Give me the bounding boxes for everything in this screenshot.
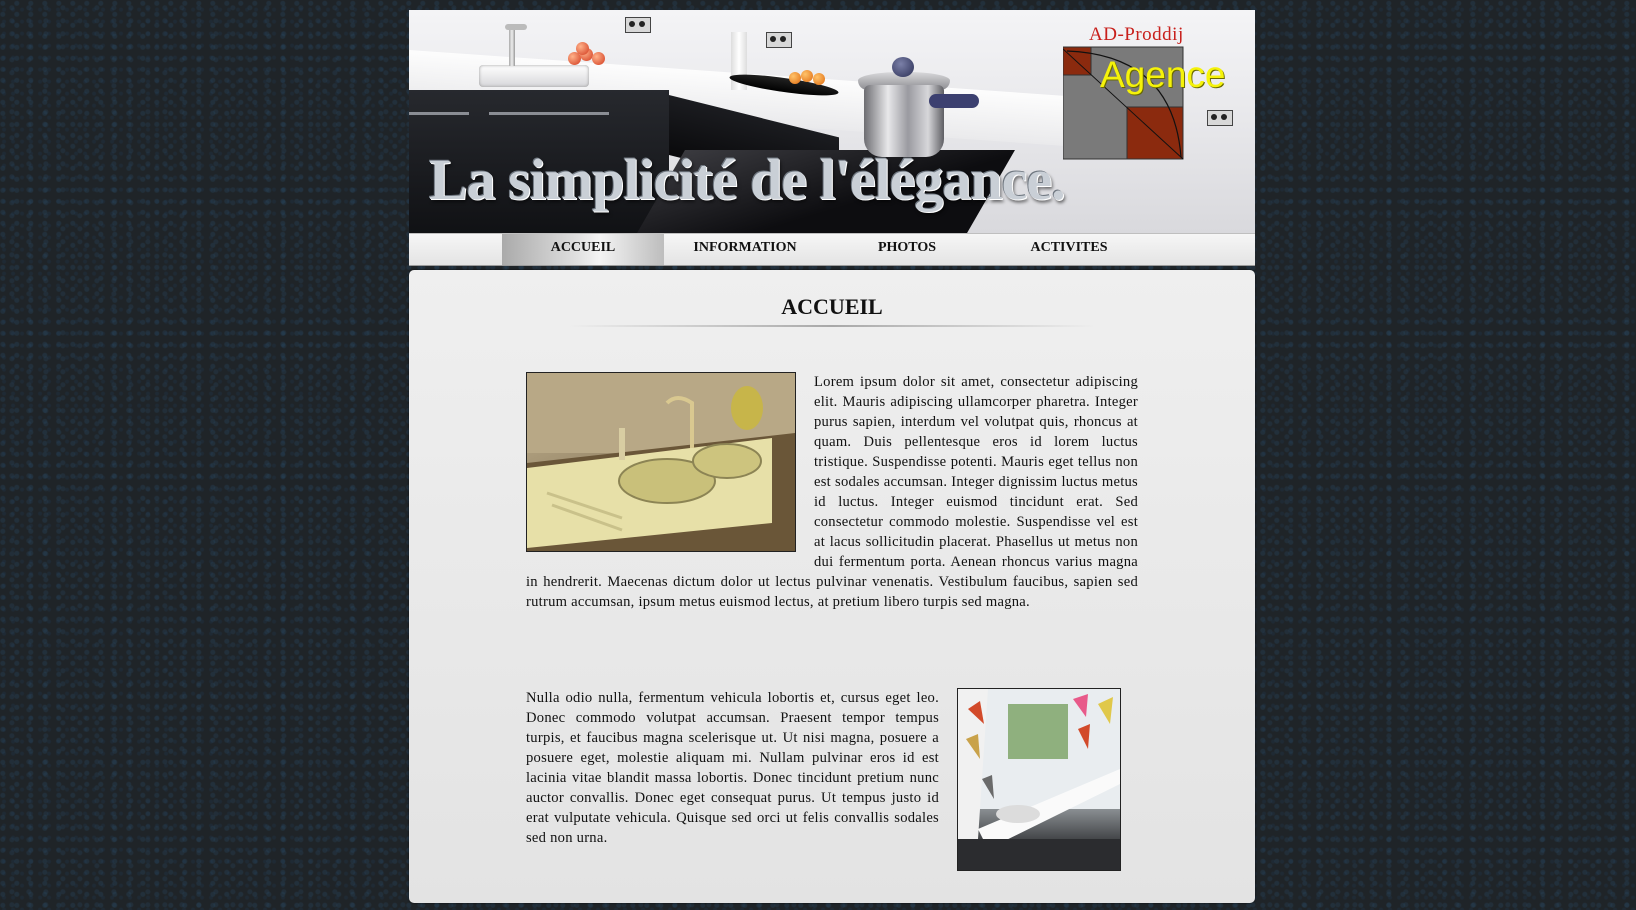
fruit-bowl — [564, 42, 614, 68]
logo-brand-text: AD-Proddij — [1089, 24, 1184, 45]
article-paragraph-2: Nulla odio nulla, fermentum vehicula lob… — [526, 688, 1121, 877]
sink-photo[interactable] — [526, 372, 796, 552]
agency-logo[interactable] — [1063, 25, 1239, 175]
kitchen-sink — [479, 65, 589, 87]
page-container: La simplicité de l'élégance. AD-Proddij … — [409, 10, 1255, 903]
paragraph-2-text: Nulla odio nulla, fermentum vehicula lob… — [526, 690, 939, 846]
nav-item-activites[interactable]: ACTIVITES — [988, 234, 1150, 265]
main-navigation: ACCUEIL INFORMATION PHOTOS ACTIVITES — [409, 233, 1255, 266]
nav-items: ACCUEIL INFORMATION PHOTOS ACTIVITES — [502, 234, 1150, 265]
wall-socket — [625, 17, 651, 33]
title-divider — [569, 325, 1095, 327]
logo-agence-text: Agence — [1100, 54, 1226, 95]
showroom-photo[interactable] — [957, 688, 1121, 871]
nav-item-information[interactable]: INFORMATION — [664, 234, 826, 265]
page-title: ACCUEIL — [781, 294, 883, 319]
main-content: ACCUEIL Lorem ipsum dolor sit amet, cons… — [409, 270, 1255, 903]
wall-socket — [766, 32, 792, 48]
nav-item-accueil[interactable]: ACCUEIL — [502, 234, 664, 265]
header-slogan: La simplicité de l'élégance. — [429, 147, 1066, 212]
nav-item-photos[interactable]: PHOTOS — [826, 234, 988, 265]
article-paragraph-1: Lorem ipsum dolor sit amet, consectetur … — [526, 372, 1138, 612]
header-banner: La simplicité de l'élégance. AD-Proddij … — [409, 10, 1255, 233]
